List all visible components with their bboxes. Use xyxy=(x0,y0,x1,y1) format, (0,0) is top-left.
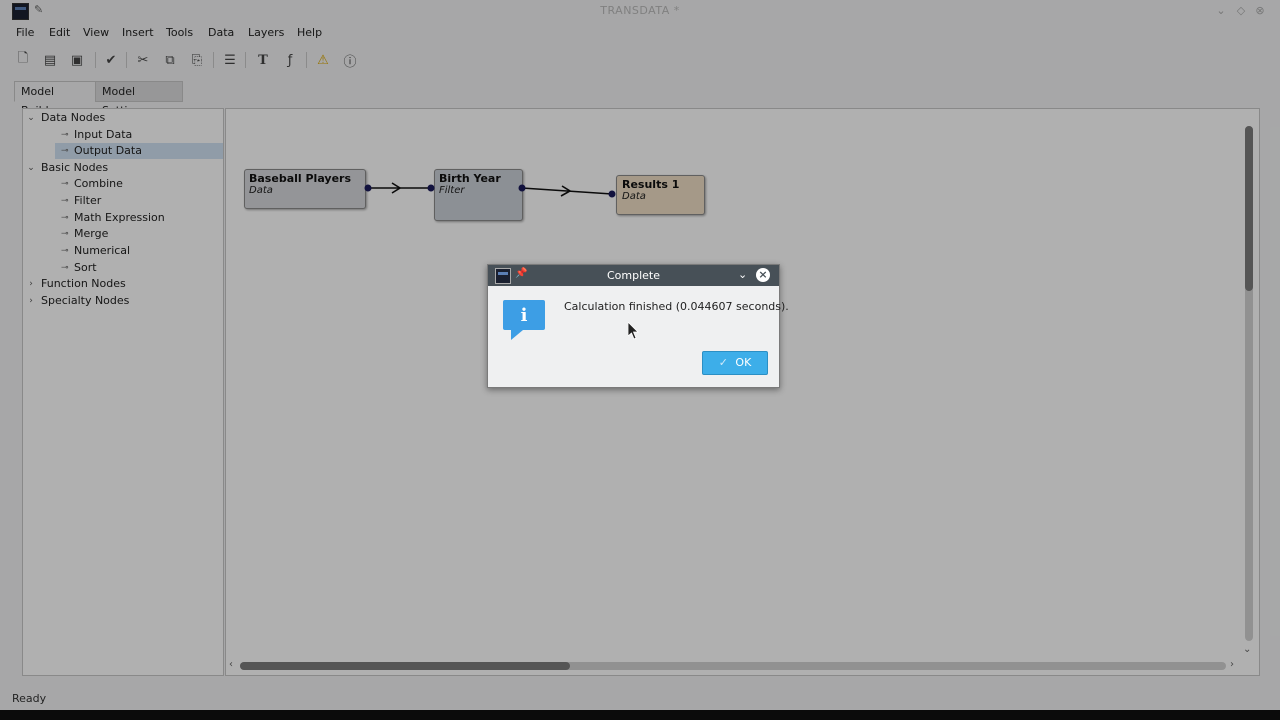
dialog-titlebar: 📌 Complete ⌄ × xyxy=(488,265,779,286)
dialog-title: Complete xyxy=(606,269,660,282)
input-port[interactable] xyxy=(427,184,435,192)
chevron-down-icon[interactable]: ⌄ xyxy=(738,268,747,281)
mouse-cursor-icon xyxy=(628,322,639,340)
scroll-right-icon[interactable]: › xyxy=(1230,659,1234,670)
input-port[interactable] xyxy=(608,190,616,198)
scroll-down-icon[interactable]: ⌄ xyxy=(1243,644,1251,655)
horizontal-scrollbar-thumb[interactable] xyxy=(240,662,570,670)
info-icon: i xyxy=(503,300,545,340)
scroll-left-icon[interactable]: ‹ xyxy=(229,659,233,670)
ok-button[interactable]: ✓ OK xyxy=(702,351,768,375)
check-icon: ✓ xyxy=(718,356,728,369)
close-icon[interactable]: × xyxy=(756,268,770,282)
status-bar-text: Ready xyxy=(12,692,47,705)
vertical-scrollbar-thumb[interactable] xyxy=(1245,126,1253,291)
output-port[interactable] xyxy=(364,184,372,192)
output-port[interactable] xyxy=(518,184,526,192)
dialog-message: Calculation finished (0.044607 seconds). xyxy=(564,300,789,313)
ok-button-label: OK xyxy=(735,356,752,369)
